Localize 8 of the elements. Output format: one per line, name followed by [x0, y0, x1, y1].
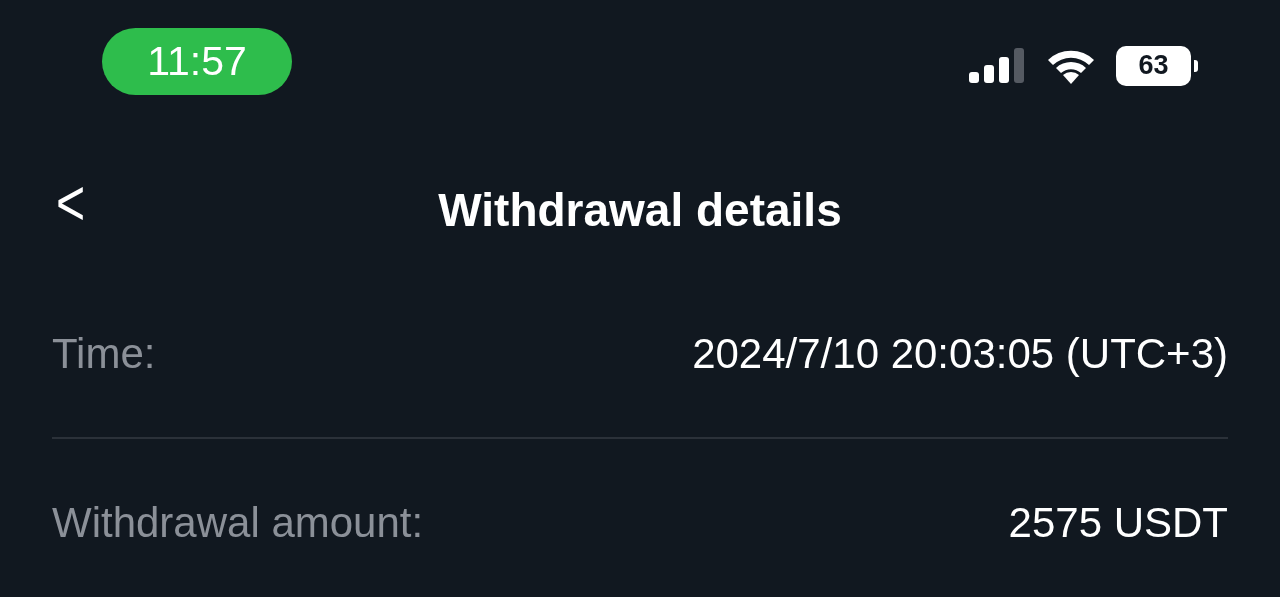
clock-time: 11:57	[102, 28, 292, 95]
page-title: Withdrawal details	[438, 183, 842, 237]
detail-label: Time:	[52, 329, 156, 378]
back-button[interactable]: <	[52, 170, 90, 236]
detail-value: 2575 USDT	[1008, 498, 1228, 547]
detail-value: 2024/7/10 20:03:05 (UTC+3)	[692, 329, 1228, 378]
signal-icon	[969, 48, 1026, 83]
detail-label: Withdrawal amount:	[52, 498, 424, 547]
